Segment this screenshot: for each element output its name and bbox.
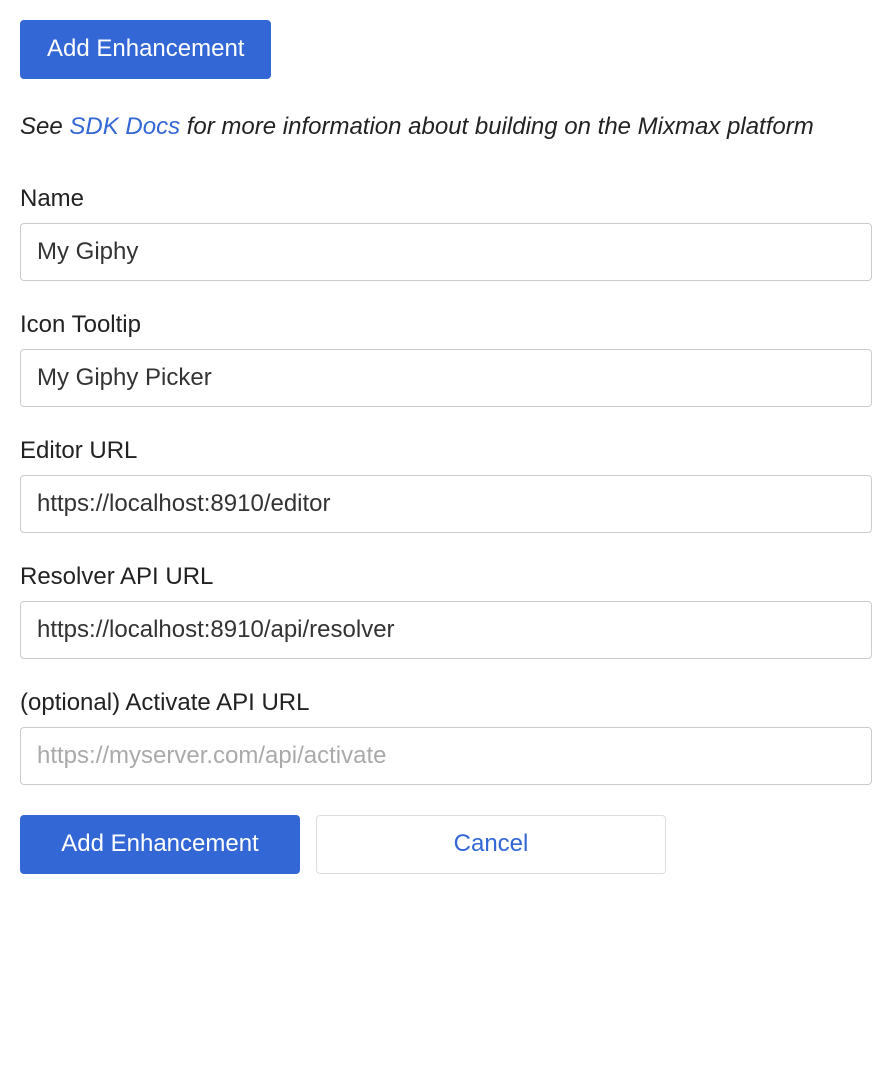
editor-url-label: Editor URL [20, 437, 872, 465]
add-enhancement-submit-button[interactable]: Add Enhancement [20, 815, 300, 874]
resolver-url-field-group: Resolver API URL [20, 563, 872, 659]
info-text: See SDK Docs for more information about … [20, 109, 872, 145]
icon-tooltip-input[interactable] [20, 349, 872, 407]
icon-tooltip-field-group: Icon Tooltip [20, 311, 872, 407]
editor-url-field-group: Editor URL [20, 437, 872, 533]
icon-tooltip-label: Icon Tooltip [20, 311, 872, 339]
resolver-url-input[interactable] [20, 601, 872, 659]
action-button-row: Add Enhancement Cancel [20, 815, 872, 874]
sdk-docs-link[interactable]: SDK Docs [69, 113, 180, 140]
name-field-group: Name [20, 185, 872, 281]
activate-url-field-group: (optional) Activate API URL [20, 689, 872, 785]
activate-url-input[interactable] [20, 727, 872, 785]
info-suffix: for more information about building on t… [180, 113, 814, 140]
info-prefix: See [20, 113, 69, 140]
name-label: Name [20, 185, 872, 213]
cancel-button[interactable]: Cancel [316, 815, 666, 874]
add-enhancement-top-button[interactable]: Add Enhancement [20, 20, 271, 79]
name-input[interactable] [20, 223, 872, 281]
activate-url-label: (optional) Activate API URL [20, 689, 872, 717]
editor-url-input[interactable] [20, 475, 872, 533]
resolver-url-label: Resolver API URL [20, 563, 872, 591]
